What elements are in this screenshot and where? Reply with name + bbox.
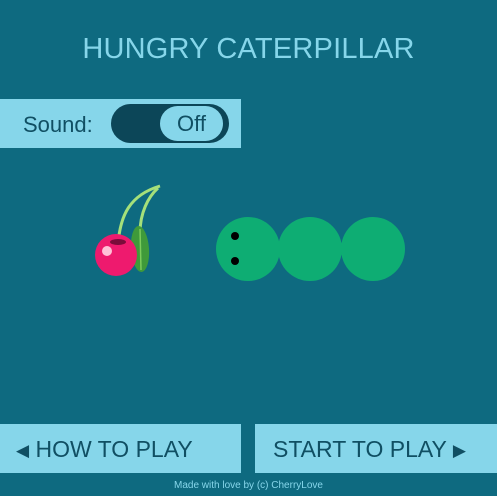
right-arrow-icon: ▶ <box>452 441 466 460</box>
caterpillar-eye-top <box>231 232 239 240</box>
how-to-play-button[interactable]: ◀ HOW TO PLAY <box>0 424 241 473</box>
scene-illustration <box>95 184 405 281</box>
caterpillar-eye-bottom <box>231 257 239 265</box>
start-to-play-label: START TO PLAY <box>273 436 447 462</box>
footer-credit: Made with love by (c) CherryLove <box>174 480 323 491</box>
caterpillar-segment-3 <box>341 217 405 281</box>
left-arrow-icon: ◀ <box>16 441 30 460</box>
caterpillar-head <box>216 217 280 281</box>
game-title: HUNGRY CATERPILLAR <box>82 33 415 65</box>
how-to-play-label: HOW TO PLAY <box>35 436 193 462</box>
sound-toggle[interactable]: Off <box>111 104 229 143</box>
sound-toggle-knob[interactable]: Off <box>160 106 223 141</box>
game-scene <box>0 175 497 295</box>
caterpillar-segment-2 <box>278 217 342 281</box>
start-to-play-button[interactable]: START TO PLAY ▶ <box>255 424 497 473</box>
caterpillar <box>216 217 405 281</box>
sound-label: Sound: <box>23 112 93 137</box>
cherry-icon <box>95 184 161 276</box>
sound-setting: Sound: Off <box>0 99 241 148</box>
